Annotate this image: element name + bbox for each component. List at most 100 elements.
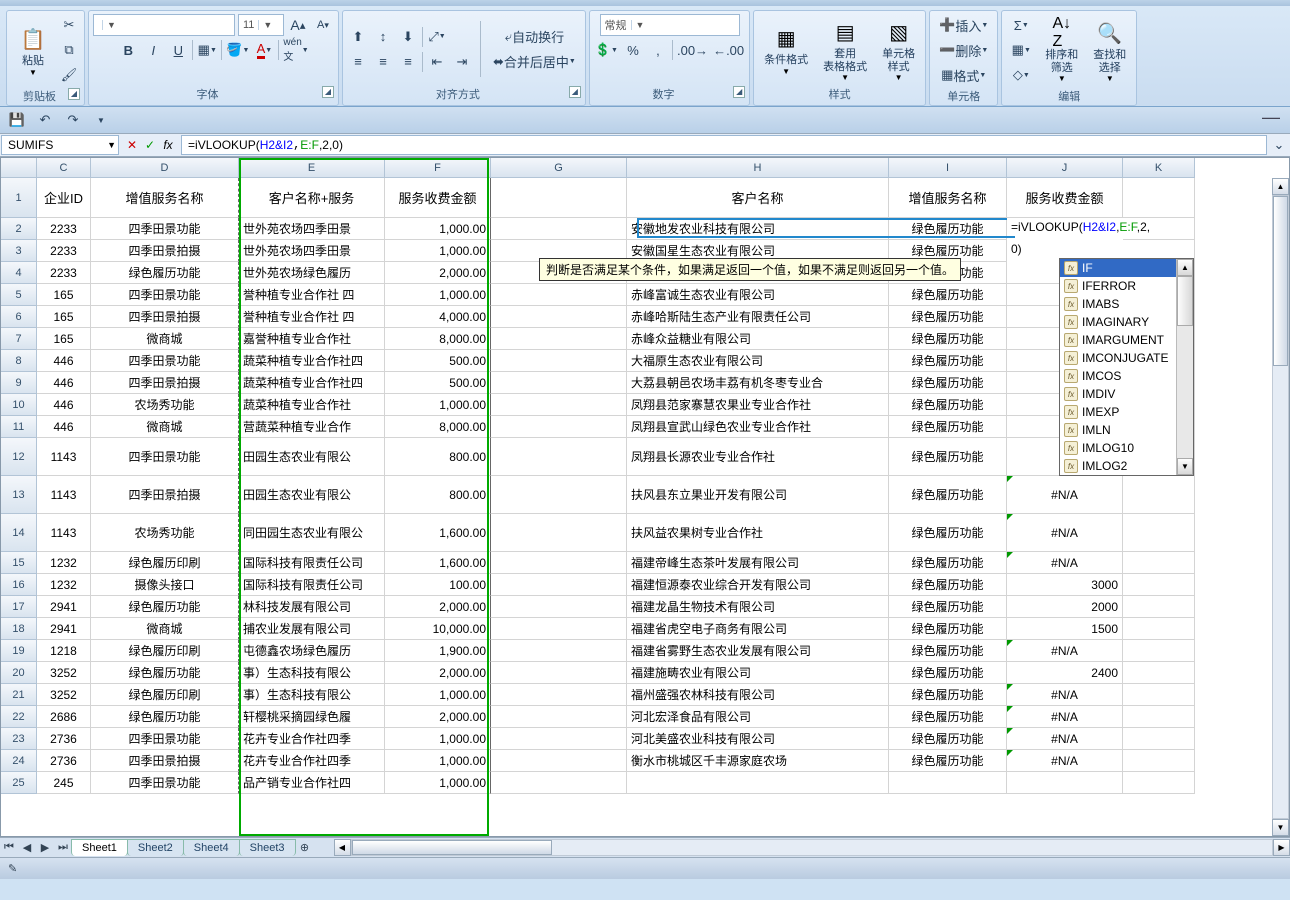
cell-E17[interactable]: 林科技发展有限公司: [239, 596, 385, 618]
cell-I17[interactable]: 绿色履历功能: [889, 596, 1007, 618]
cell-F24[interactable]: 1,000.00: [385, 750, 491, 772]
autocomplete-item[interactable]: fxIMABS: [1060, 295, 1176, 313]
fill-color-button[interactable]: 🪣▼: [225, 39, 250, 61]
cell-H24[interactable]: 衡水市桃城区千丰源家庭农场: [627, 750, 889, 772]
autocomplete-item[interactable]: fxIMLOG2: [1060, 457, 1176, 475]
autocomplete-item[interactable]: fxIF: [1060, 259, 1176, 277]
cell-H11[interactable]: 凤翔县宣武山绿色农业专业合作社: [627, 416, 889, 438]
underline-button[interactable]: U: [167, 39, 189, 61]
sheet-tab[interactable]: Sheet2: [127, 839, 184, 856]
cell-E9[interactable]: 蔬菜种植专业合作社四: [239, 372, 385, 394]
cell-C17[interactable]: 2941: [37, 596, 91, 618]
row-header-10[interactable]: 10: [1, 394, 37, 416]
row-header-14[interactable]: 14: [1, 514, 37, 552]
cell-K25[interactable]: [1123, 772, 1195, 794]
cell-I15[interactable]: 绿色履历功能: [889, 552, 1007, 574]
cell-J17[interactable]: 2000: [1007, 596, 1123, 618]
row-header-4[interactable]: 4: [1, 262, 37, 284]
cell-F5[interactable]: 1,000.00: [385, 284, 491, 306]
cell-C6[interactable]: 165: [37, 306, 91, 328]
cell-G2[interactable]: [491, 218, 627, 240]
cell-G20[interactable]: [491, 662, 627, 684]
cell-C10[interactable]: 446: [37, 394, 91, 416]
table-format-button[interactable]: ▤套用 表格格式▼: [817, 14, 873, 83]
align-left-button[interactable]: ≡: [347, 51, 369, 73]
fill-button[interactable]: ▦ ▼: [1006, 39, 1036, 61]
cell-K20[interactable]: [1123, 662, 1195, 684]
cell-D8[interactable]: 四季田景功能: [91, 350, 239, 372]
cell-E22[interactable]: 轩樱桃采摘园绿色履: [239, 706, 385, 728]
cell-H6[interactable]: 赤峰哈斯陆生态产业有限责任公司: [627, 306, 889, 328]
function-autocomplete[interactable]: fxIFfxIFERRORfxIMABSfxIMAGINARYfxIMARGUM…: [1059, 258, 1194, 476]
cell-K19[interactable]: [1123, 640, 1195, 662]
dialog-launcher[interactable]: ◢: [733, 86, 745, 98]
cell-C15[interactable]: 1232: [37, 552, 91, 574]
font-size-combo[interactable]: 11▼: [238, 14, 284, 36]
dialog-launcher[interactable]: ◢: [569, 86, 581, 98]
cell-C14[interactable]: 1143: [37, 514, 91, 552]
cell-G17[interactable]: [491, 596, 627, 618]
header-cell[interactable]: 服务收费金额: [385, 178, 491, 218]
cell-I2[interactable]: 绿色履历功能: [889, 218, 1007, 240]
cell-D7[interactable]: 微商城: [91, 328, 239, 350]
header-cell[interactable]: 增值服务名称: [889, 178, 1007, 218]
cell-I18[interactable]: 绿色履历功能: [889, 618, 1007, 640]
cell-J24[interactable]: #N/A: [1007, 750, 1123, 772]
cell-D15[interactable]: 绿色履历印刷: [91, 552, 239, 574]
cell-F15[interactable]: 1,600.00: [385, 552, 491, 574]
cell-I12[interactable]: 绿色履历功能: [889, 438, 1007, 476]
cell-G9[interactable]: [491, 372, 627, 394]
inc-decimal-button[interactable]: .00→: [676, 39, 709, 61]
cell-K13[interactable]: [1123, 476, 1195, 514]
format-cells-button[interactable]: ▦ 格式 ▼: [934, 64, 993, 86]
autocomplete-item[interactable]: fxIMAGINARY: [1060, 313, 1176, 331]
cell-G7[interactable]: [491, 328, 627, 350]
row-header-18[interactable]: 18: [1, 618, 37, 640]
column-header-D[interactable]: D: [91, 158, 239, 178]
cell-H23[interactable]: 河北美盛农业科技有限公司: [627, 728, 889, 750]
column-header-G[interactable]: G: [491, 158, 627, 178]
name-box[interactable]: SUMIFS▼: [1, 135, 119, 155]
cell-K18[interactable]: [1123, 618, 1195, 640]
row-header-19[interactable]: 19: [1, 640, 37, 662]
cell-F3[interactable]: 1,000.00: [385, 240, 491, 262]
cell-E19[interactable]: 屯德鑫农场绿色履历: [239, 640, 385, 662]
cell-F13[interactable]: 800.00: [385, 476, 491, 514]
header-cell[interactable]: [491, 178, 627, 218]
cell-J13[interactable]: #N/A: [1007, 476, 1123, 514]
sheet-tab[interactable]: Sheet4: [183, 839, 240, 856]
cell-H10[interactable]: 凤翔县范家寨慧农果业专业合作社: [627, 394, 889, 416]
cell-J16[interactable]: 3000: [1007, 574, 1123, 596]
header-cell[interactable]: 客户名称+服务: [239, 178, 385, 218]
tab-nav-first[interactable]: ⏮: [0, 839, 18, 857]
cell-E11[interactable]: 营蔬菜种植专业合作: [239, 416, 385, 438]
cell-D14[interactable]: 农场秀功能: [91, 514, 239, 552]
cell-E23[interactable]: 花卉专业合作社四季: [239, 728, 385, 750]
cell-F10[interactable]: 1,000.00: [385, 394, 491, 416]
cell-F7[interactable]: 8,000.00: [385, 328, 491, 350]
row-header-11[interactable]: 11: [1, 416, 37, 438]
cell-D11[interactable]: 微商城: [91, 416, 239, 438]
select-all-button[interactable]: [1, 158, 37, 178]
cell-C18[interactable]: 2941: [37, 618, 91, 640]
cell-H8[interactable]: 大福原生态农业有限公司: [627, 350, 889, 372]
cell-H12[interactable]: 凤翔县长源农业专业合作社: [627, 438, 889, 476]
indent-inc-button[interactable]: ⇥: [451, 51, 473, 73]
cell-I16[interactable]: 绿色履历功能: [889, 574, 1007, 596]
cell-I23[interactable]: 绿色履历功能: [889, 728, 1007, 750]
save-button[interactable]: 💾: [6, 109, 28, 131]
cell-D5[interactable]: 四季田景功能: [91, 284, 239, 306]
new-sheet-button[interactable]: ⊕: [296, 839, 314, 857]
align-bottom-button[interactable]: ⬇: [397, 26, 419, 48]
cell-E5[interactable]: 誉种植专业合作社 四: [239, 284, 385, 306]
cell-J25[interactable]: [1007, 772, 1123, 794]
autocomplete-item[interactable]: fxIMCOS: [1060, 367, 1176, 385]
cell-J18[interactable]: 1500: [1007, 618, 1123, 640]
cut-button[interactable]: ✂: [58, 14, 80, 36]
cond-format-button[interactable]: ▦条件格式▼: [758, 20, 814, 77]
confirm-edit-button[interactable]: ✓: [142, 137, 158, 153]
cell-I10[interactable]: 绿色履历功能: [889, 394, 1007, 416]
cell-J19[interactable]: #N/A: [1007, 640, 1123, 662]
cell-C12[interactable]: 1143: [37, 438, 91, 476]
cell-G8[interactable]: [491, 350, 627, 372]
